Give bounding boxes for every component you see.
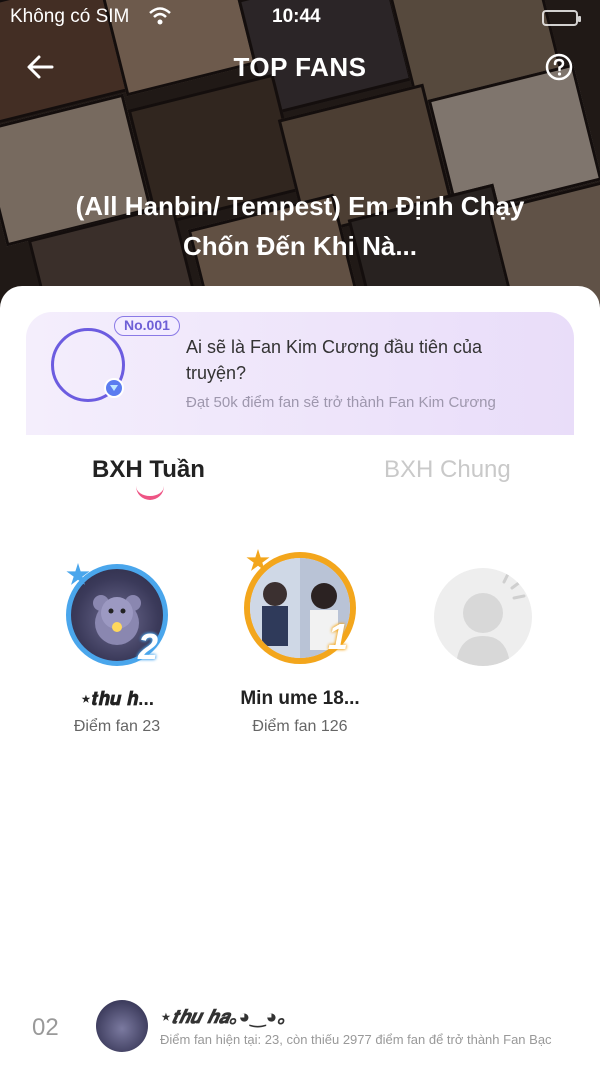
book-title: (All Hanbin/ Tempest) Em Định Chạy Chốn …: [75, 191, 525, 261]
carrier-label: Không có SIM: [10, 6, 130, 27]
diamond-subtext: Đạt 50k điểm fan sẽ trở thành Fan Kim Cư…: [186, 394, 496, 411]
fan-name: ⋆𝒕𝒉𝒖 𝒉...: [79, 689, 155, 710]
rank-tag: No.001: [114, 316, 180, 336]
rank-number: 2: [138, 626, 159, 667]
status-bar: Không có SIM 10:44: [0, 0, 600, 34]
avatar: [96, 1000, 148, 1052]
diamond-headline: Ai sẽ là Fan Kim Cương đầu tiên của truy…: [186, 337, 482, 383]
diamond-fan-card[interactable]: No.001 Ai sẽ là Fan Kim Cương đầu tiên c…: [26, 312, 574, 435]
help-icon[interactable]: [544, 52, 574, 82]
header-banner: Không có SIM 10:44 TOP FANS (All Hanbin/…: [0, 0, 600, 330]
diamond-icon: [104, 378, 124, 398]
tab-weekly[interactable]: BXH Tuần: [92, 456, 205, 484]
my-rank-number: 02: [32, 1014, 59, 1041]
my-rank-row[interactable]: 02 ⋆𝒕𝒉𝒖 𝒉𝒂｡◕‿◕｡ Điểm fan hiện tại: 23, c…: [0, 996, 600, 1056]
empty-avatar-icon: [434, 568, 532, 666]
clock: 10:44: [272, 6, 321, 27]
fan-score: Điểm fan 23: [73, 718, 161, 735]
page-title: TOP FANS: [233, 52, 367, 82]
wifi-icon: [149, 7, 171, 25]
fan-name: Min ume 18...: [240, 688, 360, 709]
fan-score: Điểm fan 126: [252, 718, 348, 735]
rank-number: 1: [328, 616, 349, 657]
top-nav: TOP FANS: [0, 44, 600, 90]
my-fan-name: ⋆𝒕𝒉𝒖 𝒉𝒂｡◕‿◕｡: [160, 1007, 287, 1028]
battery-icon: [542, 10, 581, 26]
tab-all-time[interactable]: BXH Chung: [384, 456, 511, 484]
my-fan-progress: Điểm fan hiện tại: 23, còn thiếu 2977 đi…: [160, 1032, 552, 1047]
